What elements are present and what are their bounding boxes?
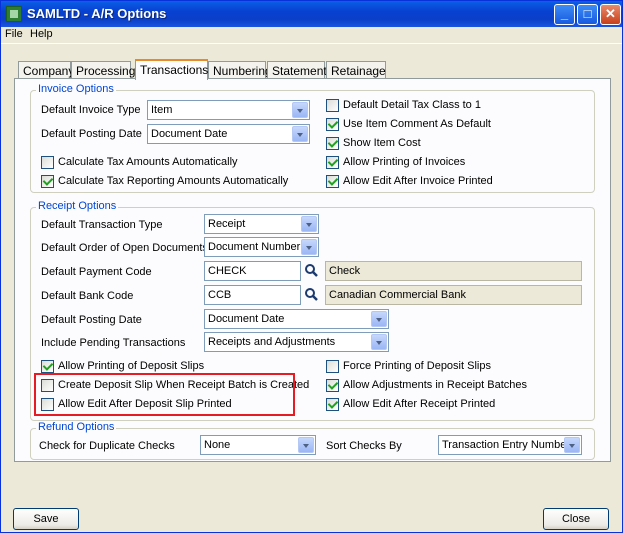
receipt-default-posting-date-label: Default Posting Date [41, 314, 142, 326]
select-value: Receipts and Adjustments [208, 336, 336, 348]
field-value: CCB [208, 289, 232, 301]
check-duplicate-label: Check for Duplicate Checks [39, 440, 175, 452]
checkbox-label: Calculate Tax Reporting Amounts Automati… [58, 175, 289, 187]
ar-options-window: SAMLTD - A/R Options _ □ ✕ File Help Com… [0, 0, 623, 533]
title-bar[interactable]: SAMLTD - A/R Options _ □ ✕ [1, 1, 622, 27]
field-value: CHECK [208, 265, 247, 277]
menu-help[interactable]: Help [30, 28, 53, 40]
checkbox-label: Allow Printing of Invoices [343, 156, 466, 168]
checkbox-box[interactable] [326, 379, 339, 392]
tab-retainage[interactable]: Retainage [326, 61, 386, 79]
default-payment-code-label: Default Payment Code [41, 266, 152, 278]
select-value: Item [151, 104, 173, 116]
checkbox-box[interactable] [41, 360, 54, 373]
search-icon[interactable] [303, 286, 321, 304]
receipt-default-posting-date-select[interactable]: Document Date [204, 309, 389, 329]
tab-company[interactable]: Company [18, 61, 74, 79]
group-title: Receipt Options [36, 200, 119, 212]
checkbox-box[interactable] [326, 175, 339, 188]
select-value: None [204, 439, 231, 451]
checkbox-box[interactable] [41, 175, 54, 188]
chevron-down-icon[interactable] [292, 126, 308, 142]
checkbox-box[interactable] [326, 398, 339, 411]
chevron-down-icon[interactable] [564, 437, 580, 453]
checkbox-label: Show Item Cost [343, 137, 421, 149]
checkbox-label: Allow Edit After Receipt Printed [343, 398, 496, 410]
window-title: SAMLTD - A/R Options [27, 6, 167, 21]
bank-code-description: Canadian Commercial Bank [325, 285, 582, 305]
checkbox-label: Force Printing of Deposit Slips [343, 360, 491, 372]
close-window-button[interactable]: ✕ [600, 4, 621, 25]
tab-numbering[interactable]: Numbering [208, 61, 272, 79]
tab-statement[interactable]: Statement [267, 61, 327, 79]
checkbox-box[interactable] [326, 118, 339, 131]
include-pending-label: Include Pending Transactions [41, 337, 186, 349]
select-value: Document Date [208, 313, 285, 325]
checkbox-box[interactable] [326, 99, 339, 112]
field-value: Canadian Commercial Bank [329, 289, 466, 301]
select-value: Transaction Entry Number [442, 439, 570, 451]
field-value: Check [329, 265, 361, 277]
app-icon [6, 6, 22, 22]
default-transaction-type-select[interactable]: Receipt [204, 214, 319, 234]
menu-file[interactable]: File [5, 28, 23, 40]
chevron-down-icon[interactable] [292, 102, 308, 118]
checkbox-label: Default Detail Tax Class to 1 [343, 99, 481, 111]
checkbox-box[interactable] [326, 137, 339, 150]
select-value: Receipt [208, 218, 246, 230]
checkbox-box[interactable] [326, 360, 339, 373]
include-pending-select[interactable]: Receipts and Adjustments [204, 332, 389, 352]
highlight-box [34, 373, 295, 416]
checkbox-box[interactable] [41, 156, 54, 169]
chevron-down-icon[interactable] [298, 437, 314, 453]
default-invoice-type-select[interactable]: Item [147, 100, 310, 120]
chevron-down-icon[interactable] [371, 311, 387, 327]
checkbox-label: Use Item Comment As Default [343, 118, 491, 130]
checkbox-box[interactable] [326, 156, 339, 169]
checkbox-label: Allow Edit After Invoice Printed [343, 175, 493, 187]
default-transaction-type-label: Default Transaction Type [41, 219, 163, 231]
sort-checks-by-select[interactable]: Transaction Entry Number [438, 435, 582, 455]
group-title: Refund Options [36, 421, 117, 433]
default-order-open-docs-select[interactable]: Document Number [204, 237, 319, 257]
default-order-open-docs-label: Default Order of Open Documents [41, 242, 208, 254]
select-value: Document Number [208, 241, 301, 253]
default-bank-code-label: Default Bank Code [41, 290, 134, 302]
chevron-down-icon[interactable] [371, 334, 387, 350]
group-title: Invoice Options [36, 83, 116, 95]
invoice-default-posting-date-select[interactable]: Document Date [147, 124, 310, 144]
checkbox-label: Allow Adjustments in Receipt Batches [343, 379, 528, 391]
minimize-button[interactable]: _ [554, 4, 575, 25]
close-button[interactable]: Close [543, 508, 609, 530]
menu-bar: File Help [1, 27, 622, 44]
chevron-down-icon[interactable] [301, 216, 317, 232]
check-duplicate-select[interactable]: None [200, 435, 316, 455]
invoice-default-posting-date-label: Default Posting Date [41, 128, 142, 140]
default-invoice-type-label: Default Invoice Type [41, 104, 141, 116]
tab-processing[interactable]: Processing [71, 61, 135, 79]
tab-transactions[interactable]: Transactions [135, 59, 208, 80]
payment-code-description: Check [325, 261, 582, 281]
sort-checks-by-label: Sort Checks By [326, 440, 402, 452]
bank-code-input[interactable]: CCB [204, 285, 301, 305]
chevron-down-icon[interactable] [301, 239, 317, 255]
checkbox-label: Allow Printing of Deposit Slips [58, 360, 205, 372]
maximize-button[interactable]: □ [577, 4, 598, 25]
search-icon[interactable] [303, 262, 321, 280]
select-value: Document Date [151, 128, 228, 140]
checkbox-label: Calculate Tax Amounts Automatically [58, 156, 238, 168]
payment-code-input[interactable]: CHECK [204, 261, 301, 281]
save-button[interactable]: Save [13, 508, 79, 530]
